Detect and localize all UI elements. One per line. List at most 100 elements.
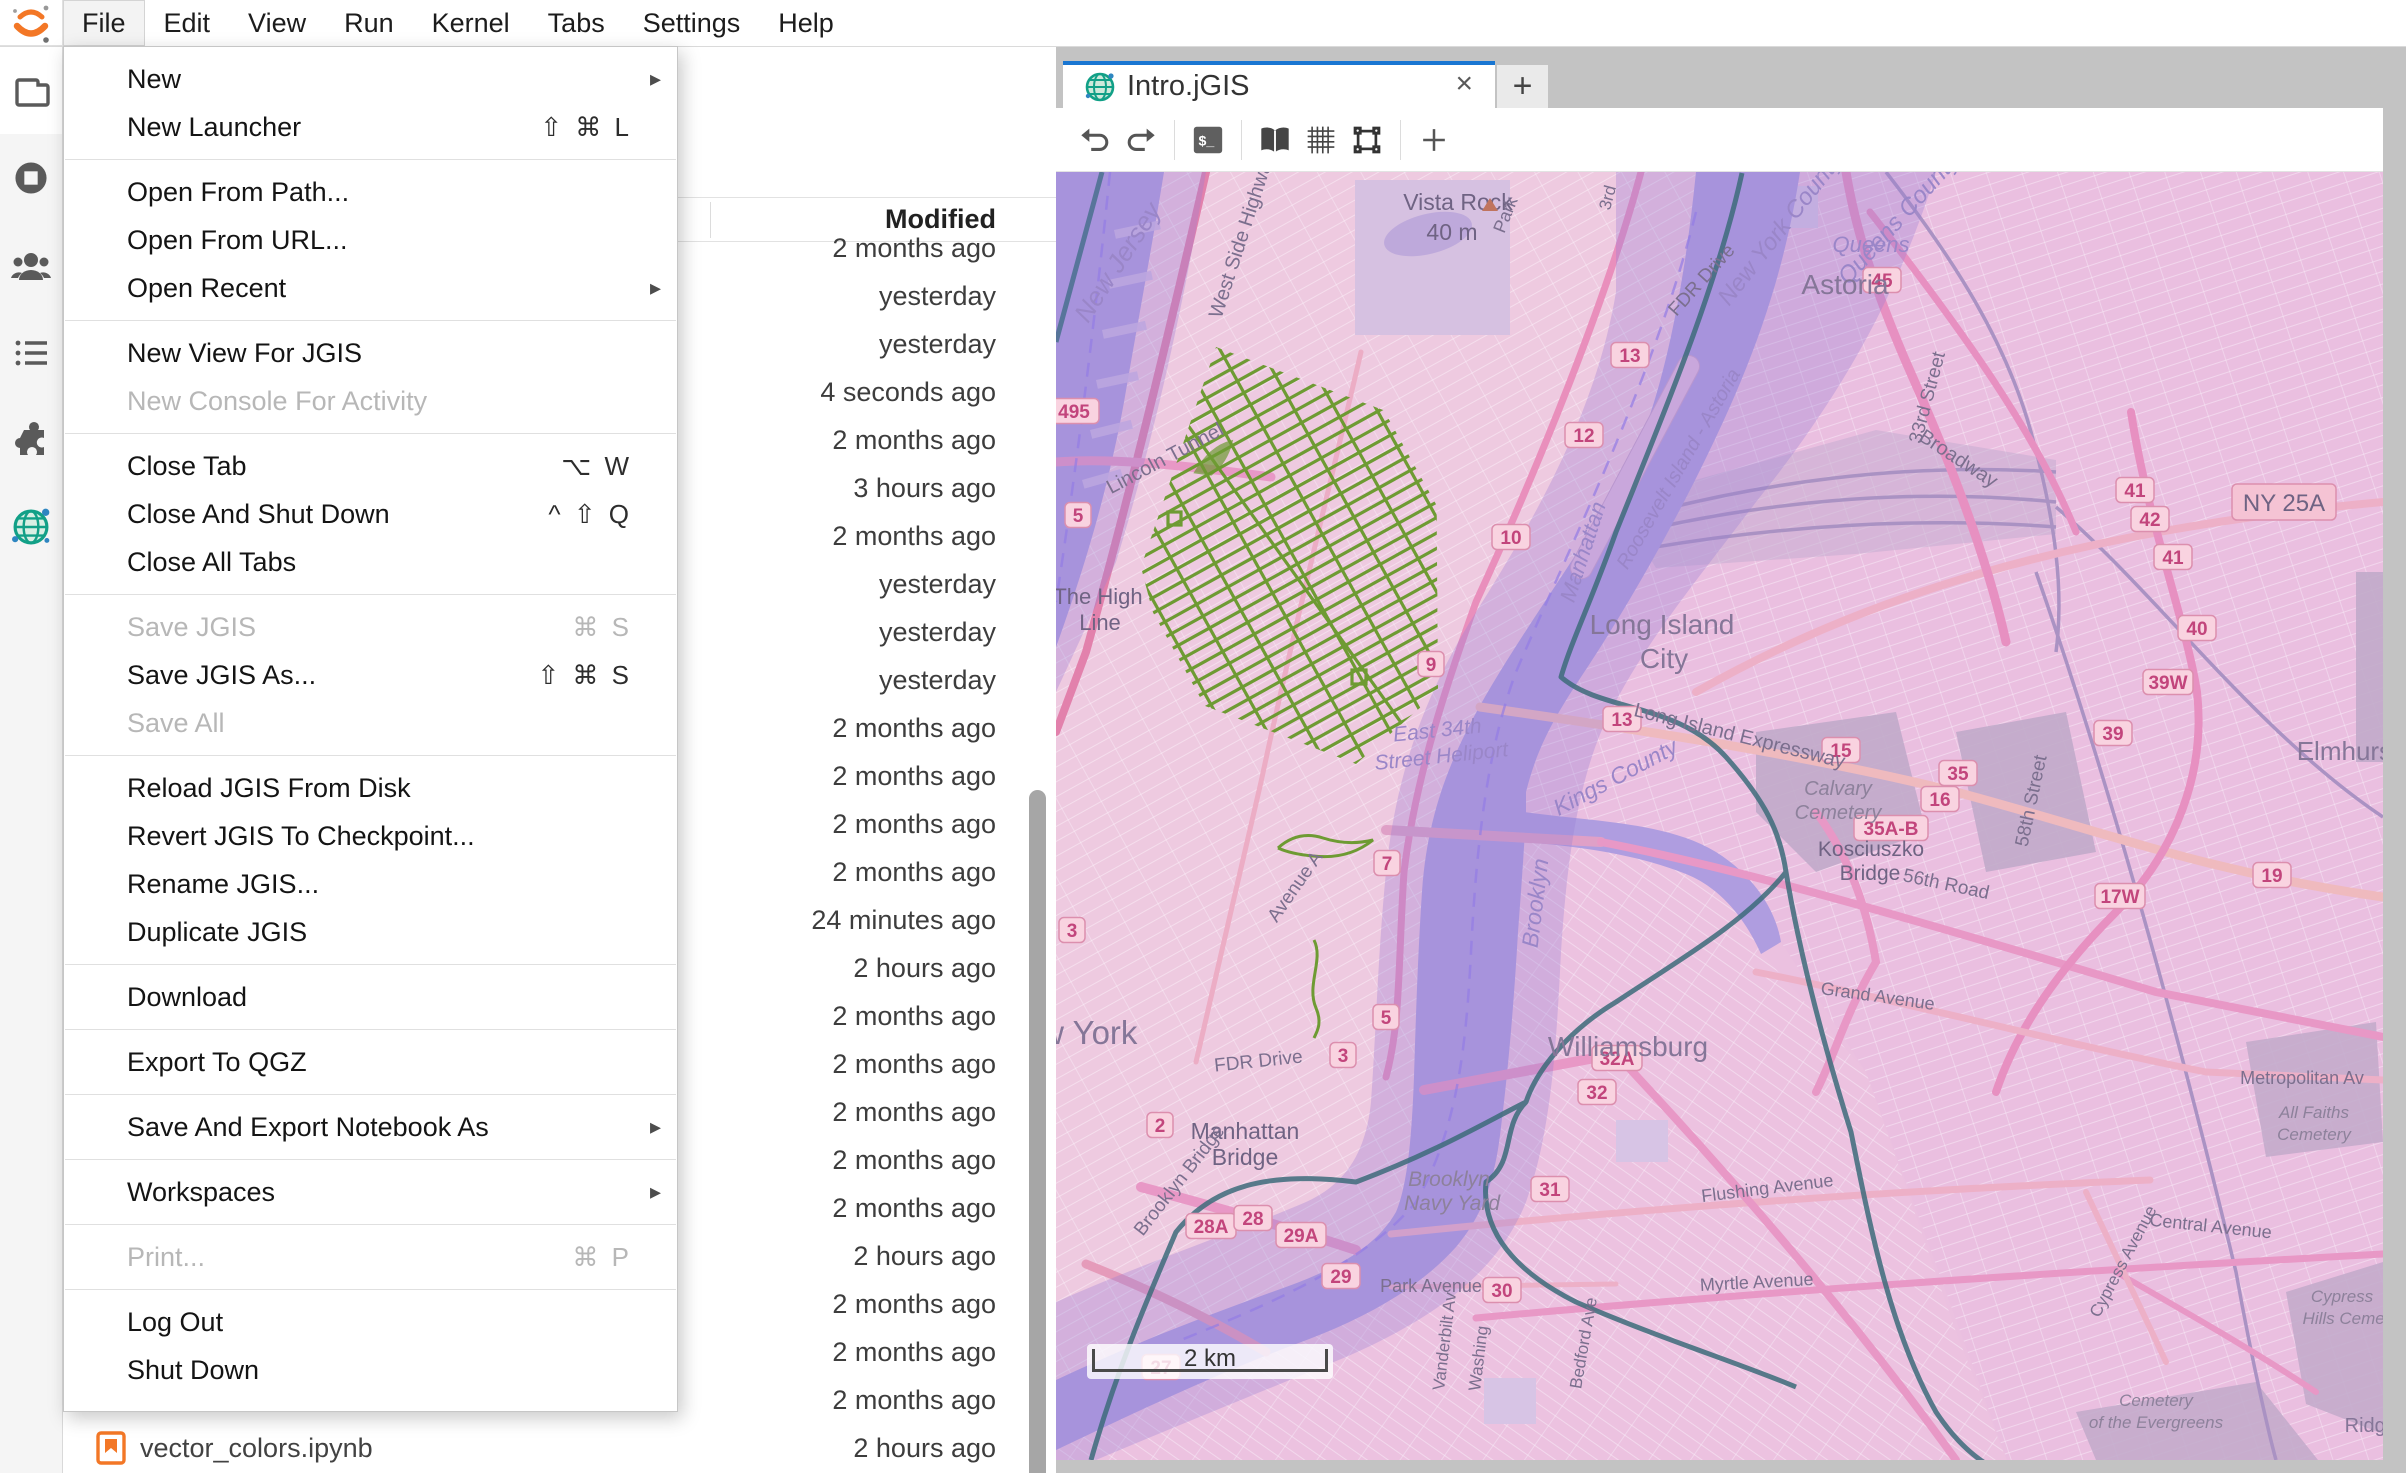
menu-item-reload-jgis-from-disk[interactable]: Reload JGIS From Disk: [64, 764, 677, 812]
menu-item-shortcut: ⇧ ⌘ S: [537, 660, 632, 691]
sidebar-tab-collaboration[interactable]: [0, 222, 62, 310]
sidebar-tab-running[interactable]: [0, 134, 62, 222]
menu-item-open-recent[interactable]: Open Recent▸: [64, 264, 677, 312]
menu-item-new[interactable]: New▸: [64, 55, 677, 103]
grid-button[interactable]: [1298, 117, 1344, 163]
svg-text:41: 41: [2162, 548, 2184, 569]
console-icon: $_: [1191, 123, 1225, 157]
menu-item-close-and-shut-down[interactable]: Close And Shut Down^ ⇧ Q: [64, 490, 677, 538]
tab-intro-jgis[interactable]: Intro.jGIS ×: [1063, 61, 1495, 108]
menu-item-label: New Console For Activity: [127, 386, 677, 417]
route-shield: 5: [1065, 503, 1091, 528]
route-shield: 30: [1483, 1278, 1521, 1303]
layer-book-button[interactable]: [1252, 117, 1298, 163]
svg-text:$_: $_: [1199, 133, 1215, 149]
submenu-arrow-icon: ▸: [650, 66, 661, 92]
stop-circle-icon: [11, 158, 51, 198]
folder-icon: [10, 69, 52, 111]
file-row-vector-colors[interactable]: vector_colors.ipynb: [63, 1424, 1056, 1472]
file-menu-dropdown: New▸New Launcher⇧ ⌘ LOpen From Path...Op…: [63, 46, 678, 1412]
menu-item-new-launcher[interactable]: New Launcher⇧ ⌘ L: [64, 103, 677, 151]
menu-bar-item-edit[interactable]: Edit: [145, 0, 230, 46]
menu-item-workspaces[interactable]: Workspaces▸: [64, 1168, 677, 1216]
menu-bar-item-settings[interactable]: Settings: [624, 0, 760, 46]
menu-item-shut-down[interactable]: Shut Down: [64, 1346, 677, 1394]
tab-close-icon[interactable]: ×: [1455, 67, 1473, 101]
svg-text:39: 39: [2102, 724, 2123, 745]
svg-text:35: 35: [1947, 764, 1969, 785]
menu-item-shortcut: ^ ⇧ Q: [548, 499, 632, 530]
toolbar-separator: [1400, 120, 1401, 160]
route-shield: 3: [1059, 918, 1085, 943]
svg-text:5: 5: [1073, 506, 1084, 527]
menu-bar-item-help[interactable]: Help: [759, 0, 853, 46]
scrollbar-thumb[interactable]: [1029, 790, 1046, 1473]
svg-text:40: 40: [2186, 619, 2207, 640]
menu-item-close-tab[interactable]: Close Tab⌥ W: [64, 442, 677, 490]
route-shield: 9: [1418, 652, 1444, 677]
scale-label: 2 km: [1087, 1345, 1333, 1373]
svg-text:3: 3: [1338, 1046, 1349, 1067]
menu-bar-item-file[interactable]: File: [63, 0, 145, 46]
menu-item-label: New: [127, 64, 650, 95]
menu-item-shortcut: ⌥ W: [561, 451, 632, 482]
vector-square-icon: [1351, 124, 1383, 156]
map-label: Long Island: [1590, 609, 1735, 640]
menu-item-save-and-export-notebook-as[interactable]: Save And Export Notebook As▸: [64, 1103, 677, 1151]
menu-item-save-jgis-as[interactable]: Save JGIS As...⇧ ⌘ S: [64, 651, 677, 699]
menu-item-save-all[interactable]: Save All: [64, 699, 677, 747]
svg-text:39W: 39W: [2148, 673, 2187, 694]
menu-separator: [65, 594, 676, 595]
new-tab-button[interactable]: +: [1497, 65, 1548, 108]
submenu-arrow-icon: ▸: [650, 275, 661, 301]
menu-item-open-from-url[interactable]: Open From URL...: [64, 216, 677, 264]
map-label: Line: [1079, 610, 1121, 635]
menu-bar-item-run[interactable]: Run: [325, 0, 413, 46]
sidebar-tab-jupytergis[interactable]: [0, 483, 62, 571]
menu-item-duplicate-jgis[interactable]: Duplicate JGIS: [64, 908, 677, 956]
map-label: Park Avenue: [1380, 1276, 1482, 1296]
menu-item-label: Open From URL...: [127, 225, 677, 256]
menu-item-log-out[interactable]: Log Out: [64, 1298, 677, 1346]
menu-bar-item-tabs[interactable]: Tabs: [529, 0, 624, 46]
menu-item-label: Duplicate JGIS: [127, 917, 677, 948]
svg-text:2: 2: [1155, 1116, 1166, 1137]
map-label: Astoria: [1801, 269, 1889, 300]
undo-button[interactable]: [1072, 117, 1118, 163]
menu-bar-item-view[interactable]: View: [229, 0, 325, 46]
svg-text:32: 32: [1586, 1083, 1607, 1104]
menu-item-download[interactable]: Download: [64, 973, 677, 1021]
globe-icon: [9, 505, 53, 549]
menu-item-label: Open Recent: [127, 273, 650, 304]
svg-text:12: 12: [1573, 426, 1594, 447]
file-name: vector_colors.ipynb: [140, 1433, 373, 1464]
menu-item-print[interactable]: Print...⌘ P: [64, 1233, 677, 1281]
menu-item-new-view-for-jgis[interactable]: New View For JGIS: [64, 329, 677, 377]
menu-item-export-to-qgz[interactable]: Export To QGZ: [64, 1038, 677, 1086]
sidebar-tab-file-browser[interactable]: [0, 46, 62, 134]
jupyter-logo[interactable]: [0, 0, 63, 46]
vector-square-button[interactable]: [1344, 117, 1390, 163]
redo-button[interactable]: [1118, 117, 1164, 163]
svg-text:3: 3: [1067, 921, 1078, 942]
list-icon: [11, 335, 51, 371]
menu-item-rename-jgis[interactable]: Rename JGIS...: [64, 860, 677, 908]
menu-item-close-all-tabs[interactable]: Close All Tabs: [64, 538, 677, 586]
menu-item-revert-jgis-to-checkpoint[interactable]: Revert JGIS To Checkpoint...: [64, 812, 677, 860]
svg-text:28A: 28A: [1194, 1217, 1229, 1238]
route-shield: 7: [1374, 851, 1400, 876]
menu-item-label: Print...: [127, 1242, 572, 1273]
sidebar-tab-table-of-contents[interactable]: [0, 309, 62, 397]
menu-item-new-console-for-activity[interactable]: New Console For Activity: [64, 377, 677, 425]
console-button[interactable]: $_: [1185, 117, 1231, 163]
menu-item-open-from-path[interactable]: Open From Path...: [64, 168, 677, 216]
map-canvas[interactable]: 49553357913131245104142414039W3935161517…: [1056, 172, 2383, 1460]
menu-item-save-jgis[interactable]: Save JGIS⌘ S: [64, 603, 677, 651]
sidebar-tab-extensions[interactable]: [0, 396, 62, 484]
menu-item-shortcut: ⌘ S: [572, 612, 632, 643]
add-layer-button[interactable]: [1411, 117, 1457, 163]
menu-bar-item-kernel[interactable]: Kernel: [413, 0, 529, 46]
tab-title: Intro.jGIS: [1127, 70, 1250, 103]
menu-separator: [65, 755, 676, 756]
map-label: of the Evergreens: [2089, 1413, 2224, 1432]
